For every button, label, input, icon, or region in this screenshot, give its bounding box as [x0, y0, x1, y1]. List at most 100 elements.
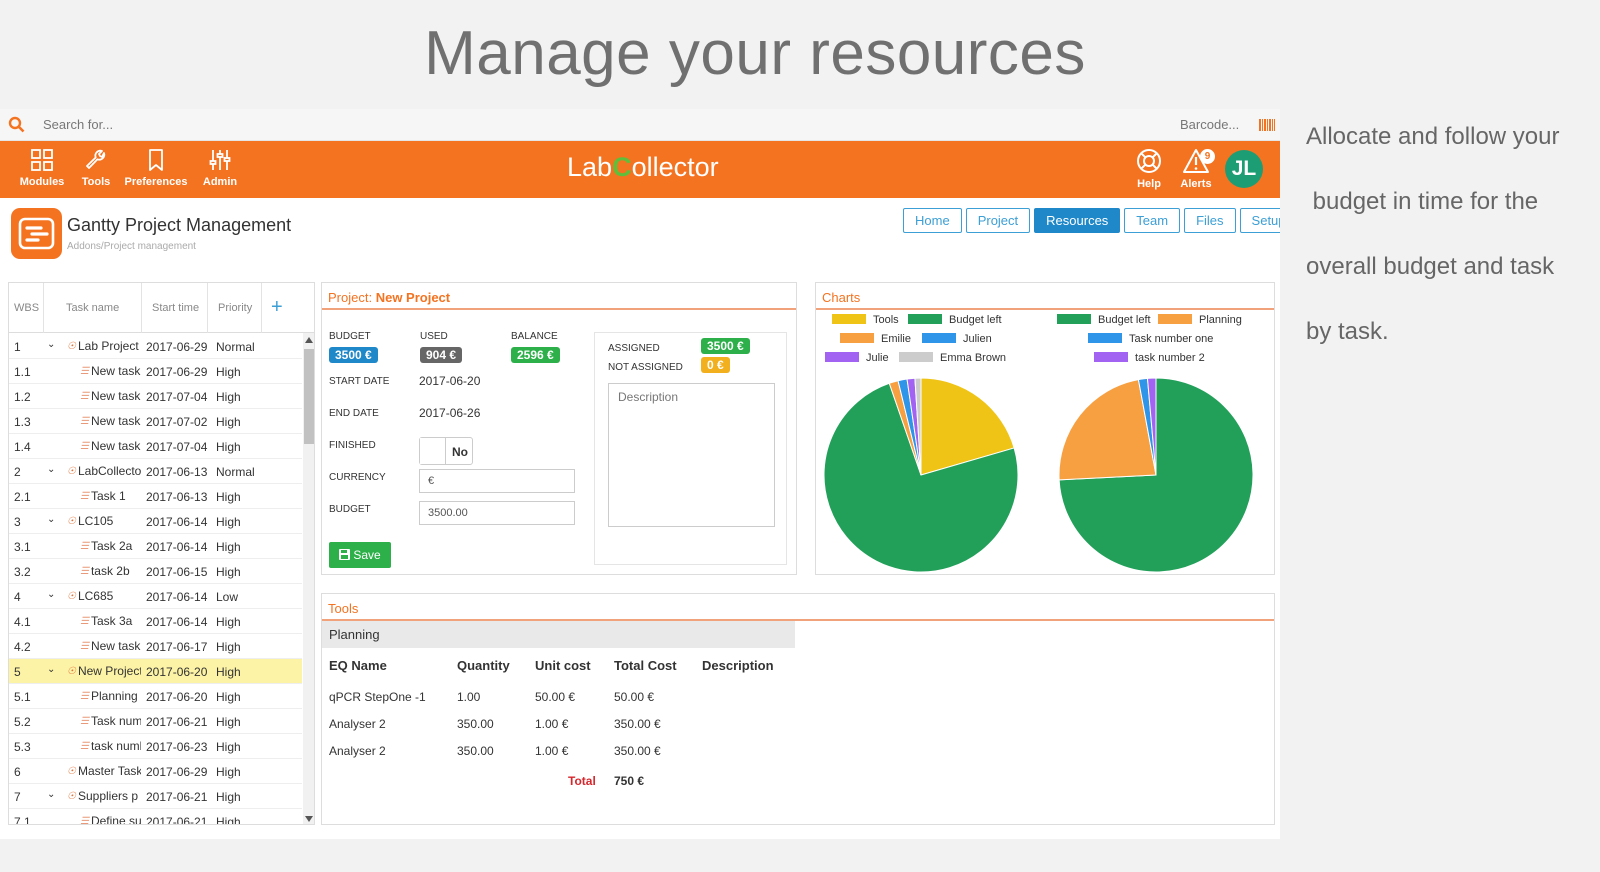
add-task-button[interactable]: + [271, 296, 283, 319]
task-row[interactable]: 7.1 ☰ Define su 2017-06-21 High [9, 809, 302, 824]
priority-cell: High [216, 765, 241, 779]
task-row[interactable]: 4.2 ☰ New task 2017-06-17 High [9, 634, 302, 659]
task-row[interactable]: 3.1 ☰ Task 2a 2017-06-14 High [9, 534, 302, 559]
scrollbar-thumb[interactable] [304, 349, 314, 444]
start-time-cell: 2017-06-29 [146, 765, 208, 779]
wbs-cell: 3.2 [14, 565, 31, 579]
task-row[interactable]: 1.2 ☰ New task 2017-07-04 High [9, 384, 302, 409]
finished-label: FINISHED [329, 440, 376, 451]
chevron-down-icon[interactable]: ⌄ [47, 464, 55, 475]
chevron-down-icon[interactable]: ⌄ [47, 339, 55, 350]
tab-team[interactable]: Team [1124, 208, 1181, 233]
task-row[interactable]: 6 ☉ Master Task 2017-06-29 High [9, 759, 302, 784]
task-row[interactable]: 2 ⌄ ☉ LabCollector 2017-06-13 Normal [9, 459, 302, 484]
tree-scrollbar[interactable] [303, 333, 314, 824]
start-time-cell: 2017-06-14 [146, 590, 208, 604]
tool-total-cell: 50.00 € [614, 690, 655, 704]
task-name-cell: ☉ LabCollector [67, 464, 141, 478]
column-total-cost: Total Cost [614, 658, 677, 673]
description-textarea[interactable]: Description [608, 383, 775, 527]
user-avatar[interactable]: JL [1225, 150, 1263, 188]
task-tree: WBS Task name Start time Priority + 1 ⌄ ☉ L… [8, 282, 315, 825]
search-input[interactable]: Search for... [43, 117, 113, 132]
task-row[interactable]: 3.2 ☰ task 2b 2017-06-15 High [9, 559, 302, 584]
modules-button[interactable]: Modules [18, 148, 66, 188]
task-row[interactable]: 1.1 ☰ New task 2017-06-29 High [9, 359, 302, 384]
wbs-cell: 1.2 [14, 390, 31, 404]
finished-toggle[interactable]: No [419, 437, 473, 465]
priority-cell: High [216, 515, 241, 529]
side-line: budget in time for the [1306, 188, 1539, 215]
tools-button[interactable]: Tools [76, 148, 116, 188]
wbs-cell: 4 [14, 590, 21, 604]
tab-home[interactable]: Home [903, 208, 962, 233]
task-row[interactable]: 1.3 ☰ New task 2017-07-02 High [9, 409, 302, 434]
task-row[interactable]: 1.4 ☰ New task 2017-07-04 High [9, 434, 302, 459]
task-row[interactable]: 5.1 ☰ Planning 2017-06-20 High [9, 684, 302, 709]
tab-project[interactable]: Project [965, 208, 1031, 233]
app-header: Gantty Project Management Addons/Project… [0, 198, 1280, 268]
task-row[interactable]: 2.1 ☰ Task 1 2017-06-13 High [9, 484, 302, 509]
tab-resources[interactable]: Resources [1034, 208, 1121, 233]
save-button[interactable]: Save [329, 542, 391, 568]
wbs-cell: 3.1 [14, 540, 31, 554]
total-value: 750 € [614, 774, 645, 788]
tool-total-cell: 350.00 € [614, 744, 661, 758]
barcode-input[interactable]: Barcode... [1180, 117, 1239, 132]
task-row[interactable]: 5 ⌄ ☉ New Project 2017-06-20 High [9, 659, 302, 684]
task-tree-header: WBS Task name Start time Priority + [9, 283, 314, 333]
task-name-cell: ☉ LC685 [67, 589, 114, 603]
scroll-up-icon[interactable] [305, 337, 313, 343]
currency-field[interactable]: € [419, 469, 575, 493]
task-row[interactable]: 7 ⌄ ☉ Suppliers p 2017-06-21 High [9, 784, 302, 809]
priority-cell: High [216, 390, 241, 404]
save-label: Save [353, 548, 381, 562]
column-description: Description [702, 658, 774, 673]
tool-unit-cell: 50.00 € [535, 690, 576, 704]
preferences-button[interactable]: Preferences [124, 148, 188, 188]
task-name-cell: ☉ LC105 [67, 514, 114, 528]
start-date-value: 2017-06-20 [419, 374, 481, 388]
column-task-name[interactable]: Task name [66, 302, 119, 314]
start-time-cell: 2017-06-21 [146, 790, 208, 804]
task-row[interactable]: 1 ⌄ ☉ Lab Project 2017-06-29 Normal [9, 334, 302, 359]
used-chip: 904 € [420, 347, 463, 363]
task-row[interactable]: 5.2 ☰Task number one 2017-06-21 High [9, 709, 302, 734]
legend-item: Julie [825, 352, 889, 364]
start-time-cell: 2017-06-14 [146, 540, 208, 554]
priority-cell: Normal [216, 465, 255, 479]
task-list-icon: ☰ [80, 540, 89, 552]
breadcrumb[interactable]: Addons/Project management [67, 241, 196, 252]
tool-qty-cell: 350.00 [457, 744, 494, 758]
column-wbs[interactable]: WBS [14, 302, 39, 314]
priority-cell: High [216, 415, 241, 429]
priority-cell: Normal [216, 340, 255, 354]
task-row[interactable]: 4.1 ☰ Task 3a 2017-06-14 High [9, 609, 302, 634]
column-start-time[interactable]: Start time [152, 302, 199, 314]
tab-files[interactable]: Files [1184, 208, 1236, 233]
task-row[interactable]: 3 ⌄ ☉ LC105 2017-06-14 High [9, 509, 302, 534]
budget-field[interactable]: 3500.00 [419, 501, 575, 525]
admin-button[interactable]: Admin [200, 148, 240, 188]
search-icon[interactable] [8, 116, 25, 133]
scroll-down-icon[interactable] [305, 816, 313, 822]
project-label: Project: [328, 290, 373, 305]
chevron-down-icon[interactable]: ⌄ [47, 514, 55, 525]
priority-cell: High [216, 440, 241, 454]
task-row[interactable]: 5.3 ☰task number 2 2017-06-23 High [9, 734, 302, 759]
legend-item: Tools [832, 314, 899, 326]
tab-setup[interactable]: Setup [1239, 208, 1280, 233]
chevron-down-icon[interactable]: ⌄ [47, 789, 55, 800]
start-time-cell: 2017-06-14 [146, 615, 208, 629]
help-button[interactable]: Help [1131, 148, 1167, 190]
column-priority[interactable]: Priority [218, 302, 252, 314]
chevron-down-icon[interactable]: ⌄ [47, 589, 55, 600]
wbs-cell: 5 [14, 665, 21, 679]
start-time-cell: 2017-06-29 [146, 340, 208, 354]
wbs-cell: 2 [14, 465, 21, 479]
finished-value: No [452, 445, 468, 459]
barcode-icon[interactable] [1259, 119, 1275, 131]
priority-cell: High [216, 365, 241, 379]
task-row[interactable]: 4 ⌄ ☉ LC685 2017-06-14 Low [9, 584, 302, 609]
chevron-down-icon[interactable]: ⌄ [47, 664, 55, 675]
